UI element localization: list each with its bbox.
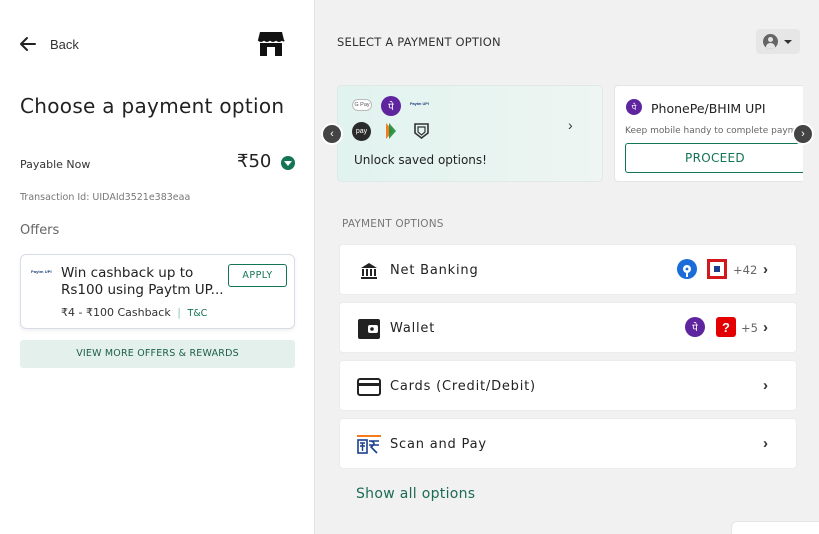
chevron-right-icon: › <box>568 117 573 133</box>
option-net-banking[interactable]: Net Banking +42 › <box>339 244 797 295</box>
paytm-upi-logo: Paytm UPI <box>31 269 52 274</box>
option-label: Net Banking <box>390 263 479 278</box>
payment-options-label: PAYMENT OPTIONS <box>342 218 444 230</box>
option-scan-and-pay[interactable]: Scan and Pay › <box>339 418 797 469</box>
payable-amount: ₹50 <box>237 151 272 172</box>
arrow-left-icon <box>20 37 36 51</box>
caret-down-icon <box>784 40 792 44</box>
view-more-offers-button[interactable]: VIEW MORE OFFERS & REWARDS <box>20 340 295 368</box>
chevron-left-icon: ‹ <box>330 128 334 140</box>
order-summary-panel: Back Choose a payment option Payable Now… <box>0 0 315 534</box>
offers-heading: Offers <box>20 223 60 238</box>
chevron-right-icon: › <box>763 435 768 452</box>
card-icon <box>357 378 381 396</box>
phonepe-icon: पे <box>381 96 401 116</box>
apply-offer-button[interactable]: APPLY <box>228 264 287 287</box>
page-title: Choose a payment option <box>20 94 285 118</box>
payable-label: Payable Now <box>20 158 91 171</box>
hdfc-icon <box>707 259 727 279</box>
back-label: Back <box>50 36 79 52</box>
transaction-id: Transaction Id: UIDAId3521e383eaa <box>20 192 191 203</box>
account-menu-button[interactable] <box>756 29 800 54</box>
offer-text: Win cashback up to Rs100 using Paytm UP.… <box>61 265 224 298</box>
wallet-icon <box>358 319 380 339</box>
option-label: Wallet <box>390 321 436 336</box>
chevron-right-icon: › <box>763 261 768 278</box>
option-wallet[interactable]: Wallet पे ? +5 › <box>339 302 797 353</box>
offer-separator: | <box>177 306 181 319</box>
store-icon <box>257 32 285 56</box>
show-all-options-link[interactable]: Show all options <box>356 486 475 502</box>
carousel-next-button[interactable]: › <box>794 125 812 143</box>
option-label: Scan and Pay <box>390 437 487 452</box>
upi-card: पे PhonePe/BHIM UPI Keep mobile handy to… <box>614 85 803 182</box>
back-button[interactable]: Back <box>18 34 79 54</box>
chevron-right-icon: › <box>763 377 768 394</box>
bhim-icon <box>386 123 396 139</box>
paytm-icon: Paytm UPI <box>410 102 429 106</box>
chevron-down-icon[interactable] <box>281 156 295 170</box>
carousel-prev-button[interactable]: ‹ <box>323 125 341 143</box>
proceed-button[interactable]: PROCEED <box>625 143 803 173</box>
offer-cashback: ₹4 - ₹100 Cashback <box>61 306 171 319</box>
saved-options-carousel: G Pay पे Paytm UPI pay Unlock saved opti… <box>337 85 803 182</box>
chevron-right-icon: › <box>763 319 768 336</box>
option-cards[interactable]: Cards (Credit/Debit) › <box>339 360 797 411</box>
upi-hint: Keep mobile handy to complete paym <box>625 126 797 136</box>
bharat-qr-icon <box>357 435 381 454</box>
unlock-saved-text: Unlock saved options! <box>354 153 487 167</box>
phonepe-icon: पे <box>685 317 705 337</box>
bank-icon <box>361 263 377 279</box>
tnc-link[interactable]: T&C <box>187 308 207 319</box>
section-header: SELECT A PAYMENT OPTION <box>337 35 501 49</box>
airtel-icon: ? <box>716 317 736 337</box>
cred-icon <box>414 123 429 139</box>
more-wallets-count: +5 <box>741 321 758 335</box>
floating-widget-edge <box>731 521 819 534</box>
gpay-icon: G Pay <box>352 99 372 111</box>
offer-card: Paytm UPI Win cashback up to Rs100 using… <box>20 254 295 329</box>
option-label: Cards (Credit/Debit) <box>390 379 536 394</box>
sbi-icon <box>677 259 697 279</box>
chevron-right-icon: › <box>801 128 805 140</box>
upi-name: PhonePe/BHIM UPI <box>651 101 766 116</box>
unlock-saved-options-card[interactable]: G Pay पे Paytm UPI pay Unlock saved opti… <box>337 85 603 182</box>
phonepe-icon: पे <box>626 99 642 115</box>
more-banks-count: +42 <box>733 263 758 277</box>
user-icon <box>763 34 778 49</box>
offer-cashback-row: ₹4 - ₹100 Cashback | T&C <box>61 306 207 319</box>
amazon-pay-icon: pay <box>352 122 371 141</box>
